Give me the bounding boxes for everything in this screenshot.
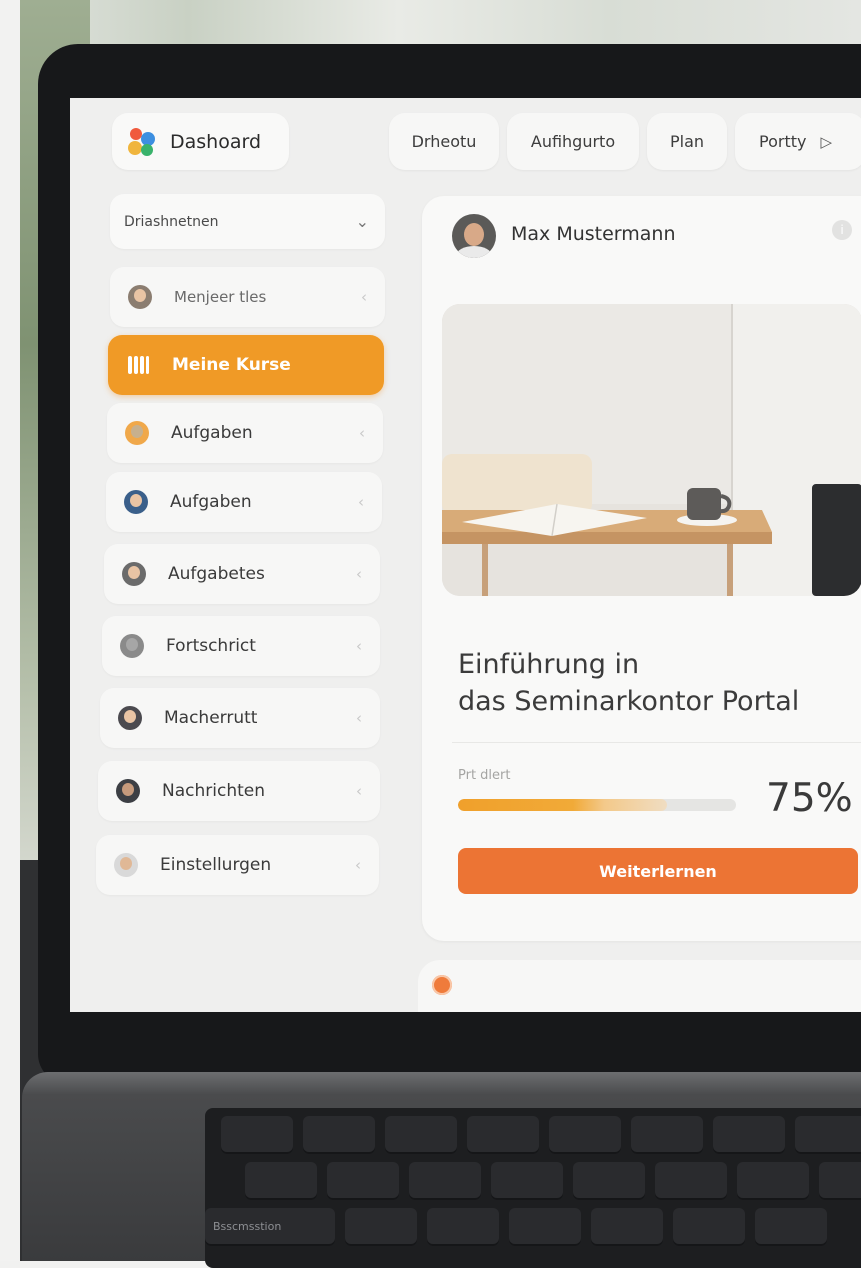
chevron-right-icon: ‹ <box>361 288 367 306</box>
avatar <box>122 562 146 586</box>
sidebar-item-meine-kurse[interactable]: Meine Kurse <box>108 335 384 395</box>
sidebar-item-label: Aufgaben <box>171 423 253 443</box>
course-card: Max Mustermann i Einführung in das Semin… <box>422 196 861 941</box>
user-name: Max Mustermann <box>511 223 676 245</box>
course-title: Einführung in das Seminarkontor Portal <box>458 646 858 720</box>
sidebar-item-label: Macherrutt <box>164 708 258 728</box>
nav-tab-label: Plan <box>669 132 705 151</box>
sidebar-item-aufgaben[interactable]: Aufgaben ‹ <box>107 403 383 463</box>
divider <box>452 742 861 743</box>
avatar <box>116 779 140 803</box>
sidebar-item-label: Einstellurgen <box>160 855 272 875</box>
keyboard-key <box>655 1162 727 1200</box>
continue-learning-label: Weiterlernen <box>599 861 717 881</box>
keyboard-key <box>673 1208 745 1246</box>
progress-label: Prt dlert <box>458 768 511 783</box>
sidebar-item-label: Aufgabetes <box>168 564 265 584</box>
avatar <box>128 285 152 309</box>
course-title-line-1: Einführung in <box>458 649 640 680</box>
avatar <box>124 490 148 514</box>
sidebar-item-label: Nachrichten <box>162 781 265 801</box>
avatar <box>120 634 144 658</box>
keyboard-key-label: Bsscmsstion <box>213 1220 282 1233</box>
nav-tab-3[interactable]: Plan <box>647 113 727 170</box>
sidebar-item-label: Aufgaben <box>170 492 252 512</box>
keyboard-key <box>573 1162 645 1200</box>
continue-learning-button[interactable]: Weiterlernen <box>458 848 858 894</box>
nav-tab-4[interactable]: Portty ▷ <box>735 113 861 170</box>
progress-value: 75% <box>766 776 853 821</box>
sidebar-item-aufgaben-2[interactable]: Aufgaben ‹ <box>106 472 382 532</box>
nav-tab-label: Drheotu <box>411 132 477 151</box>
chevron-right-icon: ‹ <box>356 709 362 727</box>
brand-button[interactable]: Dashoard <box>112 113 289 170</box>
chevron-right-icon: ‹ <box>356 565 362 583</box>
course-image <box>442 304 861 596</box>
brand-label: Dashoard <box>170 130 262 153</box>
keyboard-key <box>819 1162 861 1200</box>
courses-icon <box>126 353 150 377</box>
avatar <box>118 706 142 730</box>
chevron-right-icon: ‹ <box>355 856 361 874</box>
laptop-screen: Dashoard Drheotu Aufihgurto Plan Portty … <box>70 98 861 1012</box>
sidebar-item-label: Menjeer tles <box>174 288 267 306</box>
keyboard-key <box>713 1116 785 1154</box>
nav-tab-1[interactable]: Drheotu <box>389 113 499 170</box>
keyboard: Bsscmsstion <box>205 1108 861 1268</box>
nav-tab-label: Aufihgurto <box>530 132 616 151</box>
keyboard-key <box>737 1162 809 1200</box>
nav-tab-label: Portty <box>759 132 807 151</box>
sidebar-item-menjeer-tles[interactable]: Menjeer tles ‹ <box>110 267 385 327</box>
sidebar-item-label: Meine Kurse <box>172 355 291 375</box>
status-dot-icon <box>432 975 452 995</box>
keyboard-key <box>491 1162 563 1200</box>
keyboard-key <box>221 1116 293 1154</box>
keyboard-key-labeled: Bsscmsstion <box>205 1208 335 1246</box>
avatar[interactable] <box>452 214 496 258</box>
keyboard-key <box>631 1116 703 1154</box>
keyboard-key <box>591 1208 663 1246</box>
keyboard-key <box>327 1162 399 1200</box>
keyboard-key <box>385 1116 457 1154</box>
dashboard-logo-icon <box>124 124 160 160</box>
sidebar-item-macherrutt[interactable]: Macherrutt ‹ <box>100 688 380 748</box>
progress-bar-fill <box>458 799 667 811</box>
keyboard-key <box>427 1208 499 1246</box>
sidebar-item-einstellurgen[interactable]: Einstellurgen ‹ <box>96 835 379 895</box>
keyboard-key <box>509 1208 581 1246</box>
nav-tab-2[interactable]: Aufihgurto <box>507 113 639 170</box>
secondary-card <box>418 960 861 1012</box>
avatar <box>114 853 138 877</box>
sidebar-item-aufgabetes[interactable]: Aufgabetes ‹ <box>104 544 380 604</box>
chevron-right-icon: ‹ <box>358 493 364 511</box>
keyboard-key <box>303 1116 375 1154</box>
keyboard-key <box>755 1208 827 1246</box>
laptop-base: Bsscmsstion <box>22 1072 861 1268</box>
keyboard-key <box>795 1116 861 1154</box>
sidebar-dropdown[interactable]: Driashnetnen ⌄ <box>110 194 385 249</box>
progress-bar <box>458 799 736 811</box>
course-title-line-2: das Seminarkontor Portal <box>458 686 800 717</box>
keyboard-key <box>467 1116 539 1154</box>
keyboard-key <box>345 1208 417 1246</box>
sidebar-dropdown-label: Driashnetnen <box>124 213 219 230</box>
play-arrow-icon: ▷ <box>820 132 833 151</box>
chevron-down-icon: ⌄ <box>355 212 369 231</box>
keyboard-key <box>245 1162 317 1200</box>
sidebar-item-fortschrict[interactable]: Fortschrict ‹ <box>102 616 380 676</box>
sidebar-item-label: Fortschrict <box>166 636 256 656</box>
chevron-right-icon: ‹ <box>356 637 362 655</box>
chevron-right-icon: ‹ <box>356 782 362 800</box>
keyboard-key <box>409 1162 481 1200</box>
chevron-right-icon: ‹ <box>359 424 365 442</box>
keyboard-key <box>549 1116 621 1154</box>
avatar <box>125 421 149 445</box>
info-icon[interactable]: i <box>832 220 852 240</box>
sidebar-item-nachrichten[interactable]: Nachrichten ‹ <box>98 761 380 821</box>
